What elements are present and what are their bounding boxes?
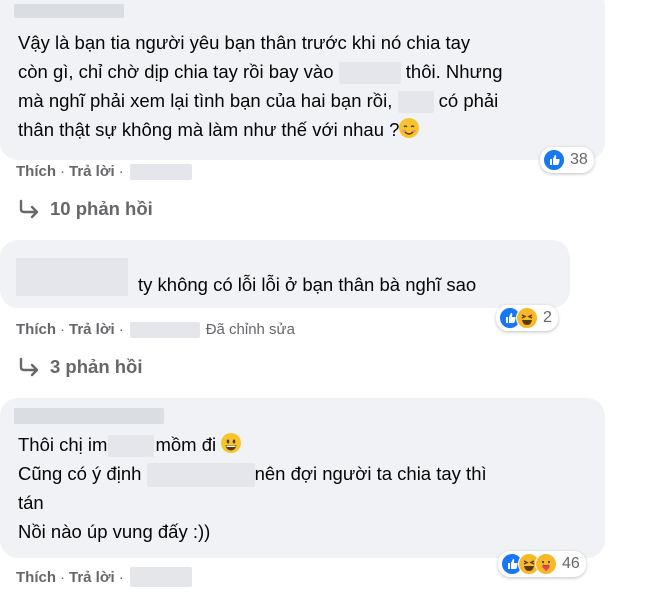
comment-line: còn gì, chỉ chờ dịp chia tay rồi bay vào… <box>14 57 591 86</box>
comment-line: Vậy là bạn tia người yêu bạn thân trước … <box>18 32 471 53</box>
like-reaction-icon <box>543 149 565 171</box>
reaction-summary[interactable]: 38 <box>540 147 594 173</box>
reply-button[interactable]: Trả lời <box>69 321 115 338</box>
timestamp-redacted[interactable] <box>129 163 192 180</box>
commenter-name-redacted[interactable] <box>16 258 128 296</box>
reaction-summary[interactable]: 46 <box>498 551 586 577</box>
comment-line: mà nghĩ phải xem lại tình bạn của hai bạ… <box>14 86 591 115</box>
separator: · <box>60 321 65 338</box>
redacted-text <box>146 463 255 488</box>
redacted-text <box>397 91 434 114</box>
comment-line: tán <box>18 492 44 513</box>
comment-actions-3: Thích · Trả lời · <box>16 567 192 587</box>
view-replies-2[interactable]: 3 phản hồi <box>18 356 143 378</box>
commenter-name-redacted[interactable] <box>14 408 164 424</box>
comment-bubble-1: Vậy là bạn tia người yêu bạn thân trước … <box>0 0 605 160</box>
comment-bubble-3: Thôi chị im mồm đi Cũng có ý định nên đợi… <box>0 398 605 558</box>
grinning-face-emoji-icon <box>221 433 242 453</box>
separator: · <box>60 163 65 180</box>
smiling-face-emoji-icon <box>399 118 420 138</box>
comment-line: Thôi chị im mồm đi <box>14 430 591 459</box>
separator: · <box>118 568 124 586</box>
like-button[interactable]: Thích <box>16 321 56 338</box>
care-reaction-icon <box>535 553 557 575</box>
comment-actions-1: Thích · Trả lời · <box>16 163 192 180</box>
redacted-text <box>338 62 401 85</box>
redacted-text <box>108 435 155 458</box>
reply-arrow-icon <box>19 357 39 377</box>
timestamp-redacted[interactable] <box>129 567 192 587</box>
like-button[interactable]: Thích <box>16 163 56 180</box>
reply-button[interactable]: Trả lời <box>69 163 115 180</box>
edited-label: Đã chỉnh sửa <box>205 321 295 338</box>
reaction-count: 38 <box>570 151 588 168</box>
comment-actions-2: Thích · Trả lời · Đã chỉnh sửa <box>16 321 295 338</box>
comment-bubble-2: ty không có lỗi lỗi ở bạn thân bà nghĩ s… <box>0 240 570 308</box>
commenter-name-redacted[interactable] <box>14 4 124 18</box>
reaction-count: 2 <box>543 309 552 326</box>
replies-label: 3 phản hồi <box>50 356 143 377</box>
view-replies-1[interactable]: 10 phản hồi <box>18 198 153 220</box>
haha-reaction-icon <box>516 307 538 329</box>
comment-line: thân thật sự không mà làm như thế với nh… <box>14 115 591 144</box>
replies-label: 10 phản hồi <box>50 198 153 219</box>
timestamp-redacted[interactable] <box>129 321 200 338</box>
reaction-count: 46 <box>562 555 580 572</box>
reaction-summary[interactable]: 2 <box>496 305 558 331</box>
comment-line: Nồi nào úp vung đấy :)) <box>18 521 211 542</box>
separator: · <box>118 163 124 180</box>
separator: · <box>118 321 124 338</box>
reply-arrow-icon <box>19 199 39 219</box>
separator: · <box>60 568 65 586</box>
reply-button[interactable]: Trả lời <box>69 569 115 586</box>
like-button[interactable]: Thích <box>16 569 56 586</box>
comment-line: Cũng có ý định nên đợi người ta chia tay… <box>14 459 591 488</box>
